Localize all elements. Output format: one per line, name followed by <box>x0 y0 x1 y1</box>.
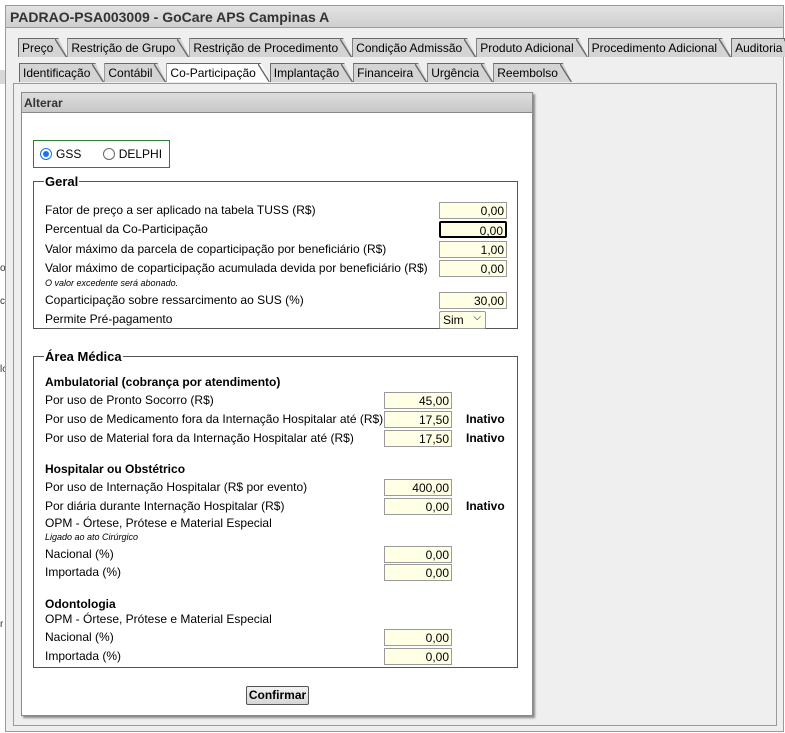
tab-restricao-procedimento[interactable]: Restrição de Procedimento <box>189 38 352 57</box>
odonto-nacional-input[interactable]: 0,00 <box>384 629 452 646</box>
confirm-button[interactable]: Confirmar <box>246 686 309 705</box>
prepag-selected-value: Sim <box>443 313 464 327</box>
diaria-label: Por diária durante Internação Hospitalar… <box>45 499 285 513</box>
dialog-title: Alterar <box>22 93 532 113</box>
acumulada-label: Valor máximo de coparticipação acumulada… <box>45 261 428 275</box>
system-radio-group: GSS DELPHI <box>33 140 170 168</box>
tab-financeira[interactable]: Financeira <box>353 63 427 82</box>
internacao-input[interactable]: 400,00 <box>384 479 452 496</box>
tab-implantacao[interactable]: Implantação <box>270 63 353 82</box>
radio-delphi[interactable]: DELPHI <box>102 147 162 161</box>
percentual-label: Percentual da Co-Participação <box>45 222 208 236</box>
radio-gss[interactable]: GSS <box>40 147 81 161</box>
material-label: Por uso de Material fora da Internação H… <box>45 431 354 445</box>
area-medica-fieldset: Área Médica Ambulatorial (cobrança por a… <box>33 349 518 668</box>
ambulatorial-title: Ambulatorial (cobrança por atendimento) <box>45 375 281 389</box>
parcela-label: Valor máximo da parcela de coparticipaçã… <box>45 242 387 256</box>
parcela-input[interactable]: 1,00 <box>439 241 507 258</box>
tab-auditoria[interactable]: Auditoria <box>731 38 785 57</box>
importada-input[interactable]: 0,00 <box>384 564 452 581</box>
tab-restricao-grupo[interactable]: Restrição de Grupo <box>67 38 189 57</box>
diaria-status: Inativo <box>466 499 505 513</box>
tab-contabil[interactable]: Contábil <box>104 63 166 82</box>
material-input[interactable]: 17,50 <box>384 430 452 447</box>
tab-identificacao[interactable]: Identificação <box>19 63 104 82</box>
acumulada-input[interactable]: 0,00 <box>439 260 507 277</box>
medicamento-status: Inativo <box>466 412 505 426</box>
fator-input[interactable]: 0,00 <box>439 202 507 219</box>
tab-condicao-admissao[interactable]: Condição Admissão <box>352 38 476 57</box>
importada-label: Importada (%) <box>45 565 122 579</box>
left-edge-mark: r <box>0 619 4 630</box>
medicamento-input[interactable]: 17,50 <box>384 411 452 428</box>
diaria-input[interactable]: 0,00 <box>384 498 452 515</box>
chevron-down-icon: ⌵ <box>473 312 481 323</box>
odonto-nacional-label: Nacional (%) <box>45 630 114 644</box>
nacional-label: Nacional (%) <box>45 547 114 561</box>
tabs-row-1: Preço Restrição de Grupo Restrição de Pr… <box>18 38 785 57</box>
odonto-importada-input[interactable]: 0,00 <box>384 648 452 665</box>
window-title: PADRAO-PSA003009 - GoCare APS Campinas A <box>6 6 783 28</box>
tab-co-participacao[interactable]: Co-Participação <box>166 63 269 82</box>
opm-label: OPM - Órtese, Prótese e Material Especia… <box>45 516 272 530</box>
nacional-input[interactable]: 0,00 <box>384 546 452 563</box>
odonto-opm-label: OPM - Órtese, Prótese e Material Especia… <box>45 612 272 626</box>
tab-reembolso[interactable]: Reembolso <box>493 63 572 82</box>
radio-checked-icon <box>40 148 52 160</box>
odonto-importada-label: Importada (%) <box>45 649 122 663</box>
acumulada-note: O valor excedente será abonado. <box>45 278 179 288</box>
geral-fieldset: Geral Fator de preço a ser aplicado na t… <box>33 174 518 329</box>
tab-content-panel: Alterar GSS DELPHI Geral Fator de preço … <box>13 83 777 726</box>
alterar-dialog: Alterar GSS DELPHI Geral Fator de preço … <box>21 92 533 716</box>
product-window: PADRAO-PSA003009 - GoCare APS Campinas A… <box>5 5 784 732</box>
pronto-label: Por uso de Pronto Socorro (R$) <box>45 393 214 407</box>
area-medica-legend: Área Médica <box>45 349 122 364</box>
prepag-label: Permite Pré-pagamento <box>45 312 173 326</box>
sus-label: Coparticipação sobre ressarcimento ao SU… <box>45 293 304 307</box>
prepag-select[interactable]: Sim ⌵ <box>439 311 486 329</box>
odonto-title: Odontologia <box>45 597 116 611</box>
tab-produto-adicional[interactable]: Produto Adicional <box>476 38 587 57</box>
tab-preco[interactable]: Preço <box>18 38 67 57</box>
material-status: Inativo <box>466 431 505 445</box>
tab-procedimento-adicional[interactable]: Procedimento Adicional <box>588 38 731 57</box>
hospitalar-title: Hospitalar ou Obstétrico <box>45 462 186 476</box>
pronto-input[interactable]: 45,00 <box>384 392 452 409</box>
radio-unchecked-icon <box>102 148 115 160</box>
tab-urgencia[interactable]: Urgência <box>427 63 493 82</box>
percentual-input[interactable]: 0,00 <box>439 221 507 238</box>
tabs-row-2: Identificação Contábil Co-Participação I… <box>19 63 572 82</box>
fator-label: Fator de preço a ser aplicado na tabela … <box>45 203 316 217</box>
opm-note: Ligado ao ato Cirúrgico <box>45 532 139 542</box>
internacao-label: Por uso de Internação Hospitalar (R$ por… <box>45 480 308 494</box>
geral-legend: Geral <box>45 174 79 189</box>
medicamento-label: Por uso de Medicamento fora da Internaçã… <box>45 412 384 426</box>
sus-input[interactable]: 30,00 <box>439 292 507 309</box>
